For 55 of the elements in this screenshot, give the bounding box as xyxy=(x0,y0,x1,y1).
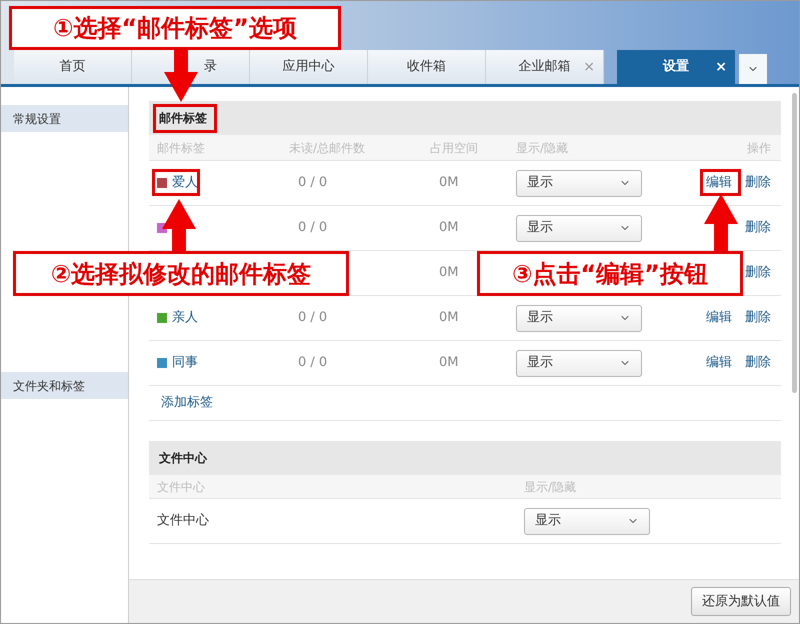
close-icon[interactable]: × xyxy=(715,56,727,78)
delete-link[interactable]: 删除 xyxy=(745,308,771,328)
visibility-select[interactable]: 显示 xyxy=(516,304,642,332)
visibility-select[interactable]: 显示 xyxy=(524,508,650,534)
space-used: 0M xyxy=(438,355,458,370)
highlight-frame xyxy=(700,169,741,196)
annotation-callout: ③点击“编辑”按钮 xyxy=(477,251,743,296)
tag-name[interactable]: 亲人 xyxy=(172,308,198,328)
delete-link[interactable]: 删除 xyxy=(745,263,771,283)
mail-count: 0 / 0 xyxy=(297,310,328,326)
section-title: 文件中心 xyxy=(159,450,207,467)
space-used: 0M xyxy=(438,220,458,236)
column-header: 占用空间 xyxy=(430,140,479,156)
column-header: 显示/隐藏 xyxy=(524,478,576,496)
arrow-icon xyxy=(704,194,738,251)
sidebar-item[interactable]: 文件夹和标签 xyxy=(1,372,128,399)
restore-defaults-button[interactable]: 还原为默认值 xyxy=(691,587,791,616)
edit-link[interactable]: 编辑 xyxy=(706,353,732,373)
tab[interactable]: 应用中心 xyxy=(250,50,368,84)
visibility-select[interactable]: 显示 xyxy=(516,350,642,376)
sidebar-item[interactable]: 常规设置 xyxy=(1,105,128,132)
highlight-frame xyxy=(153,104,217,133)
tag-name[interactable]: 爱人 xyxy=(172,173,198,193)
space-used: 0M xyxy=(438,175,458,190)
delete-link[interactable]: 删除 xyxy=(745,218,771,238)
edit-link[interactable]: 编辑 xyxy=(706,308,732,328)
arrow-icon xyxy=(164,50,198,102)
tab[interactable]: 企业邮箱 × xyxy=(486,50,604,84)
column-header: 显示/隐藏 xyxy=(516,140,570,156)
visibility-select[interactable]: 显示 xyxy=(516,214,642,242)
tab[interactable]: 收件箱 xyxy=(368,50,486,84)
highlight-frame xyxy=(152,169,200,196)
column-header: 操作 xyxy=(746,140,772,156)
visibility-select[interactable]: 显示 xyxy=(516,170,642,196)
mail-count: 0 / 0 xyxy=(297,175,328,190)
mail-count: 0 / 0 xyxy=(297,355,328,370)
edit-link[interactable]: 编辑 xyxy=(706,173,732,193)
mail-count: 0 / 0 xyxy=(297,220,328,236)
annotation-callout: ②选择拟修改的邮件标签 xyxy=(13,251,349,296)
tab[interactable]: 设置 × xyxy=(617,50,735,84)
tag-name[interactable]: 同事 xyxy=(172,353,198,373)
column-header: 未读/总邮件数 xyxy=(289,140,366,156)
annotation-callout: ①选择“邮件标签”选项 xyxy=(9,6,341,50)
tab-menu-button[interactable] xyxy=(739,54,767,84)
arrow-icon xyxy=(162,199,196,251)
space-used: 0M xyxy=(438,310,458,326)
delete-link[interactable]: 删除 xyxy=(745,353,771,373)
space-used: 0M xyxy=(438,265,458,280)
section-title: 邮件标签 xyxy=(159,110,207,127)
column-header: 邮件标签 xyxy=(156,140,206,156)
delete-link[interactable]: 删除 xyxy=(745,173,771,193)
column-header: 文件中心 xyxy=(156,478,206,496)
add-tag-link[interactable]: 添加标签 xyxy=(161,393,213,413)
tab[interactable]: 首页 xyxy=(14,50,132,84)
file-center-label: 文件中心 xyxy=(156,512,210,530)
